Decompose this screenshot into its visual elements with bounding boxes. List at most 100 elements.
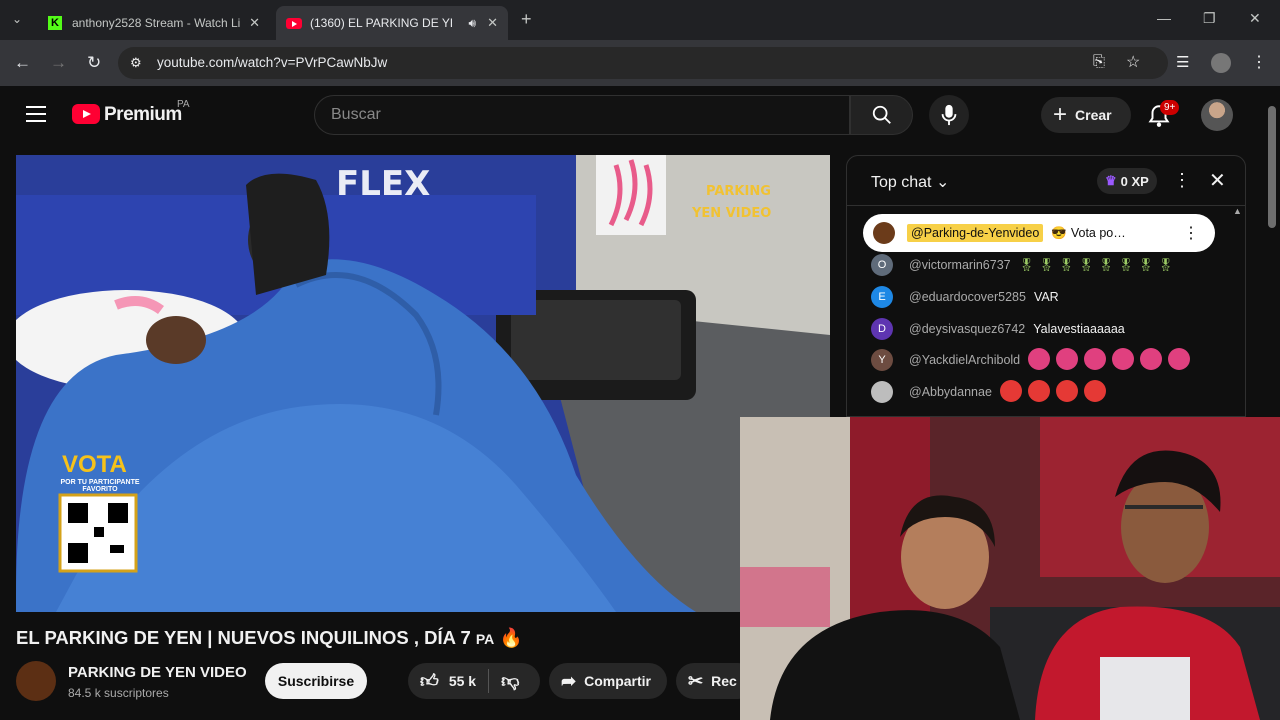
like-dislike-group: 👍︎ 55 k 👎︎ <box>408 663 540 699</box>
back-icon[interactable]: ← <box>14 53 31 73</box>
chat-author[interactable]: @victormarin6737 <box>909 258 1011 272</box>
chat-mode-dropdown[interactable]: Top chat ⌄ <box>871 172 949 192</box>
pinned-menu-kebab-icon[interactable]: ⋮ <box>1183 223 1199 243</box>
tab-title: anthony2528 Stream - Watch Live on Kick <box>72 16 240 30</box>
youtube-header: Premium PA + Crear 9+ <box>0 86 1280 144</box>
restore-icon[interactable]: ❐ <box>1203 10 1216 27</box>
thumbs-down-icon[interactable]: 👎︎ <box>501 670 519 692</box>
search-box <box>314 95 850 135</box>
subscriber-count: 84.5 k suscriptores <box>68 686 169 700</box>
new-tab-icon[interactable]: + <box>521 9 532 30</box>
plus-icon: + <box>1053 101 1068 128</box>
media-control-icon[interactable]: ☰ <box>1176 53 1189 71</box>
voice-search-button[interactable] <box>929 95 969 135</box>
hamburger-menu-icon[interactable] <box>26 106 46 122</box>
brand-label[interactable]: Premium <box>104 104 182 126</box>
bookmark-star-icon[interactable]: ☆ <box>1126 52 1140 72</box>
close-window-icon[interactable]: ✕ <box>1249 10 1261 27</box>
webcam-frame <box>740 417 1280 720</box>
chevron-down-icon: ⌄ <box>935 174 950 191</box>
channel-avatar[interactable] <box>16 661 56 701</box>
site-info-icon[interactable]: ⚙ <box>130 55 142 71</box>
close-icon[interactable]: ✕ <box>487 15 498 31</box>
channel-name[interactable]: PARKING DE YEN VIDEO <box>68 664 247 681</box>
tab-youtube[interactable]: (1360) EL PARKING DE YEN 🔊︎ ✕ <box>276 6 508 40</box>
address-bar: ← → ↻ ⚙ youtube.com/watch?v=PVrPCawNbJw … <box>0 40 1280 86</box>
chat-menu-kebab-icon[interactable]: ⋮ <box>1173 170 1191 191</box>
share-button[interactable]: ➦ Compartir <box>549 663 667 699</box>
menu-kebab-icon[interactable]: ⋮ <box>1251 52 1267 72</box>
author-avatar: D <box>871 318 893 340</box>
pinned-message[interactable]: @Parking-de-Yenvideo 😎 Vota po… ⋮ <box>863 214 1215 252</box>
emoji-row: 🎖︎🎖︎🎖︎🎖︎🎖︎🎖︎🎖︎🎖︎ <box>1018 257 1178 272</box>
youtube-logo-icon[interactable] <box>72 104 100 124</box>
chat-author[interactable]: @YackdielArchibold <box>909 353 1020 367</box>
chat-message: Y @YackdielArchibold <box>871 347 1196 373</box>
title-suffix: PA <box>475 631 495 647</box>
chat-scroll-up-icon[interactable]: ▲ <box>1233 206 1242 216</box>
chat-header: Top chat ⌄ ♛ 0 XP ⋮ ✕ <box>847 156 1245 206</box>
emoji-row <box>1028 347 1196 373</box>
chat-author[interactable]: @Abbydannae <box>909 385 992 399</box>
clip-label: Rec <box>711 673 737 689</box>
svg-text:YEN VIDEO: YEN VIDEO <box>691 206 771 221</box>
author-avatar <box>871 381 893 403</box>
chat-text: Yalavestiaaaaaa <box>1033 322 1125 336</box>
account-avatar[interactable] <box>1201 99 1233 131</box>
pinned-author-avatar <box>873 222 895 244</box>
url-text[interactable]: youtube.com/watch?v=PVrPCawNbJw <box>157 55 387 70</box>
chat-message: @Abbydannae <box>871 379 1112 405</box>
create-label: Crear <box>1075 107 1112 123</box>
subscribe-button[interactable]: Suscribirse <box>265 663 367 699</box>
search-icon <box>872 105 891 124</box>
speaker-icon[interactable]: 🔊︎ <box>468 16 476 31</box>
chat-text: VAR <box>1033 290 1059 304</box>
forward-icon[interactable]: → <box>50 53 67 73</box>
create-button[interactable]: + Crear <box>1041 97 1131 133</box>
country-code: PA <box>177 99 190 110</box>
share-arrow-icon: ➦ <box>561 670 577 691</box>
emoji-row <box>999 379 1112 405</box>
video-frame: PARKING YEN VIDEO FLEX <box>16 155 830 612</box>
author-avatar: O <box>871 254 893 276</box>
scrollbar-thumb[interactable] <box>1268 106 1276 228</box>
reload-icon[interactable]: ↻ <box>87 53 101 73</box>
close-icon[interactable]: ✕ <box>249 15 260 31</box>
scissors-icon: ✂ <box>688 670 704 691</box>
webcam-overlay <box>740 417 1280 720</box>
search-button[interactable] <box>850 95 913 135</box>
vote-subtitle: POR TU PARTICIPANTE FAVORITO <box>60 479 140 493</box>
chat-author[interactable]: @eduardocover5285 <box>909 290 1026 304</box>
omnibox[interactable]: ⚙ youtube.com/watch?v=PVrPCawNbJw ⎘ ☆ <box>118 47 1168 79</box>
tab-kick[interactable]: K anthony2528 Stream - Watch Live on Kic… <box>38 6 270 40</box>
install-icon[interactable]: ⎘ <box>1093 53 1105 70</box>
pinned-text: Vota po… <box>1070 226 1126 240</box>
like-count: 55 k <box>448 673 477 689</box>
crown-icon: ♛ <box>1105 173 1117 188</box>
microphone-icon <box>941 104 957 126</box>
vote-title: VOTA <box>62 451 127 478</box>
tab-title: (1360) EL PARKING DE YEN <box>310 16 452 30</box>
live-chat-panel: Top chat ⌄ ♛ 0 XP ⋮ ✕ @Parking-de-Yenvide… <box>846 155 1246 417</box>
kick-favicon-icon: K <box>48 16 62 30</box>
svg-text:PARKING: PARKING <box>706 184 771 199</box>
video-title: EL PARKING DE YEN | NUEVOS INQUILINOS , … <box>16 627 523 648</box>
browser-tab-bar: ⌄ K anthony2528 Stream - Watch Live on K… <box>0 0 1280 40</box>
author-avatar: E <box>871 286 893 308</box>
close-chat-icon[interactable]: ✕ <box>1209 168 1226 193</box>
youtube-favicon-icon <box>286 17 302 29</box>
search-input[interactable] <box>315 96 849 134</box>
video-player[interactable]: PARKING YEN VIDEO FLEX VOTA POR TU PARTI… <box>16 155 830 612</box>
profile-icon[interactable] <box>1211 53 1231 73</box>
thumbs-up-icon: 👍︎ <box>420 671 439 691</box>
author-avatar: Y <box>871 349 893 371</box>
divider <box>488 669 490 693</box>
notification-count-badge: 9+ <box>1160 100 1180 115</box>
sunglasses-emoji-icon: 😎 <box>1051 225 1067 240</box>
xp-badge[interactable]: ♛ 0 XP <box>1097 168 1157 194</box>
minimize-icon[interactable]: — <box>1157 10 1171 26</box>
page-scrollbar[interactable] <box>1264 86 1280 417</box>
like-button[interactable]: 👍︎ 55 k <box>408 670 476 692</box>
chat-author[interactable]: @deysivasquez6742 <box>909 322 1025 336</box>
tab-search-icon[interactable]: ⌄ <box>12 12 22 26</box>
